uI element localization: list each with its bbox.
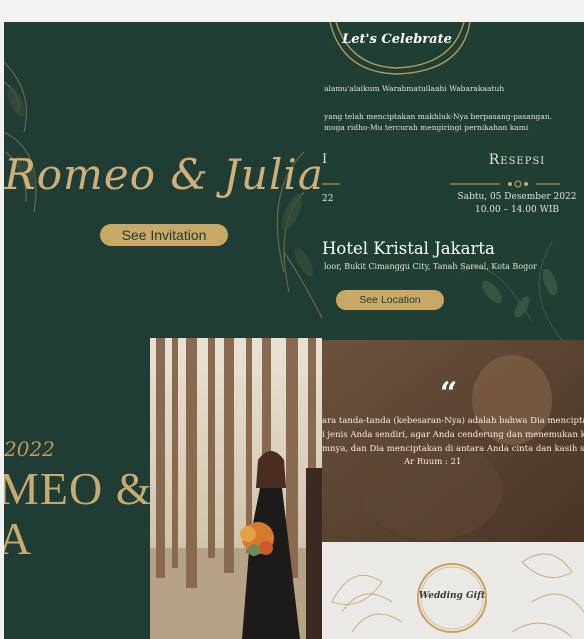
resepsi-label: Resepsi xyxy=(488,152,546,168)
see-location-button[interactable]: See Location xyxy=(336,290,444,310)
salam-text: alamu'alaikum Warahmatullaahi Wabarakaat… xyxy=(324,84,505,93)
forest-photo-icon xyxy=(150,338,322,639)
akad-date: 22 xyxy=(322,194,334,204)
venue-address: loor, Bukit Cimanggu City, Tanah Sareal,… xyxy=(324,262,537,271)
couple-background-photo-icon xyxy=(322,340,584,542)
cover-big-name-line1: MEO & xyxy=(4,463,153,514)
venue-name: Hotel Kristal Jakarta xyxy=(322,239,495,258)
quote-icon: “ xyxy=(440,376,458,411)
ayat-line-2: moga ridho-Mu tercurah mengiringi pernik… xyxy=(324,123,529,132)
portfolio-mockup: Romeo & Julia See Invitation 2022 MEO & … xyxy=(0,0,584,639)
quote-reference: Ar Ruum : 21 xyxy=(404,457,462,467)
wedding-gift-panel: Wedding Gift xyxy=(322,542,584,639)
cover-big-name-line2: A xyxy=(4,513,32,564)
event-details-panel: Let's Celebrate alamu'alaikum Warahmatul… xyxy=(322,22,584,340)
celebrate-title: Let's Celebrate xyxy=(342,32,452,47)
akad-label: I xyxy=(322,152,328,167)
quote-line-1: ara tanda-tanda (kebesaran-Nya) adalah b… xyxy=(322,416,584,426)
resepsi-date: Sabtu, 05 Desember 2022 xyxy=(457,192,577,202)
see-invitation-button[interactable]: See Invitation xyxy=(100,224,228,246)
couple-names: Romeo & Julia xyxy=(4,150,324,199)
quote-line-3: mnya, dan Dia menciptakan di antara Anda… xyxy=(322,444,584,454)
wedding-gift-title: Wedding Gift xyxy=(418,591,486,601)
cover-year: 2022 xyxy=(4,437,55,461)
resepsi-time: 10.00 – 14.00 WIB xyxy=(474,205,560,215)
quote-line-2: i jenis Anda sendiri, agar Anda cenderun… xyxy=(322,430,584,440)
couple-photo xyxy=(150,338,322,639)
quote-panel: “ ara tanda-tanda (kebesaran-Nya) adalah… xyxy=(322,340,584,542)
ayat-line-1: yang telah menciptakan makhluk-Nya berpa… xyxy=(324,112,553,121)
